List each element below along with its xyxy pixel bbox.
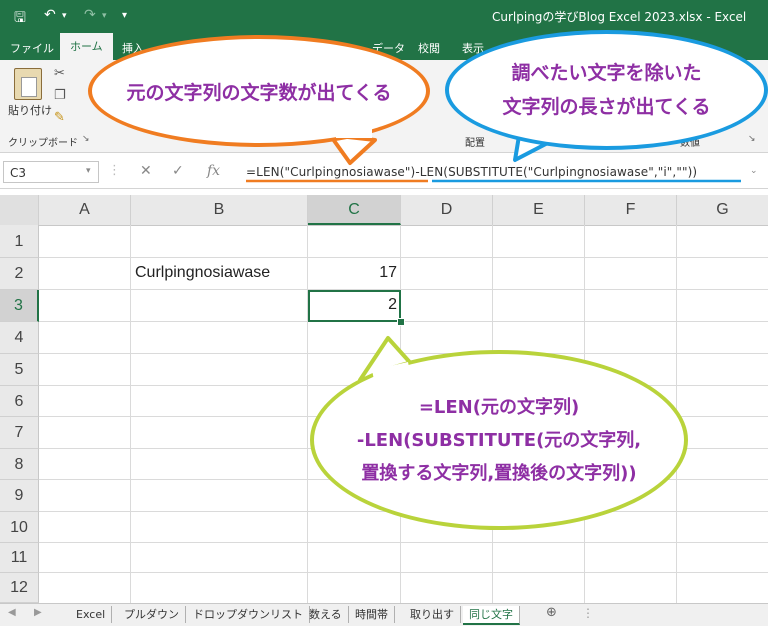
orange-joint [336, 128, 372, 138]
blue-joint [524, 123, 560, 133]
green-joint [372, 362, 410, 380]
pointer-joint-overlay [336, 123, 560, 380]
